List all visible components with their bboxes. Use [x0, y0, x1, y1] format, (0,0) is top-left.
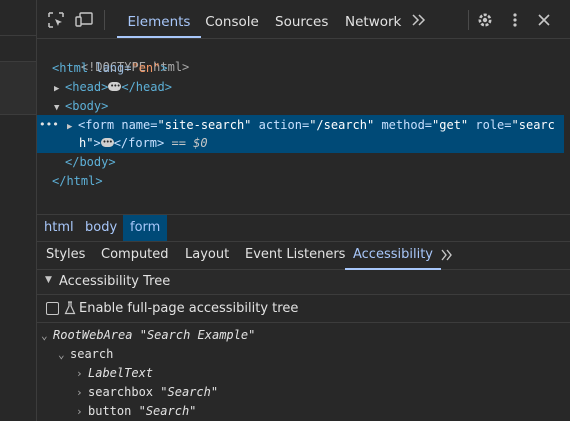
- chevrons-right-icon[interactable]: [408, 9, 430, 31]
- form-close-tag: </form>: [113, 136, 165, 150]
- experiment-flask-icon: [64, 301, 76, 315]
- node-actions-icon[interactable]: •••: [39, 118, 59, 131]
- toolbar-separator: [104, 10, 105, 30]
- head-close-tag: </head>: [121, 80, 172, 94]
- accessibility-tree-header[interactable]: ▼ Accessibility Tree: [37, 270, 570, 295]
- chevron-right-icon[interactable]: ›: [76, 402, 88, 421]
- collapse-triangle-icon[interactable]: ▼: [54, 99, 65, 117]
- form-action-value: "/search": [309, 118, 375, 132]
- chevron-down-icon[interactable]: ⌄: [58, 345, 70, 364]
- breadcrumb-form[interactable]: form: [123, 215, 168, 241]
- tab-computed[interactable]: Computed: [101, 241, 169, 269]
- selected-node-marker: == $0: [164, 136, 208, 150]
- form-line[interactable]: ▶ <form name="site-search" action="/searc…: [67, 116, 555, 134]
- a11y-role-search: search: [70, 347, 114, 361]
- head-open-tag: <head>: [65, 80, 109, 94]
- a11y-role-label: LabelText: [88, 366, 154, 380]
- a11y-name-button: "Search": [138, 404, 197, 418]
- kebab-menu-icon[interactable]: [504, 9, 526, 31]
- html-tag: <html: [52, 61, 89, 75]
- toolbar-separator: [468, 10, 469, 30]
- a11y-node-label[interactable]: › LabelText: [76, 364, 153, 383]
- a11y-role-button: button: [88, 404, 132, 418]
- collapse-triangle-icon[interactable]: ▼: [45, 275, 52, 285]
- collapsed-content-icon[interactable]: [108, 77, 122, 95]
- enable-full-page-checkbox[interactable]: [46, 302, 59, 315]
- tab-event-listeners[interactable]: Event Listeners: [245, 241, 345, 269]
- accessibility-tree-title: Accessibility Tree: [59, 274, 171, 289]
- page-divider: [0, 35, 36, 36]
- doctype-line[interactable]: <!DOCTYPE html>: [52, 40, 189, 74]
- tab-sources[interactable]: Sources: [275, 0, 328, 38]
- tab-console[interactable]: Console: [202, 0, 262, 38]
- html-open-line[interactable]: <html lang="en">: [52, 59, 168, 77]
- breadcrumb: html body form: [37, 214, 570, 242]
- chevron-down-icon[interactable]: ⌄: [41, 326, 53, 345]
- a11y-node-button[interactable]: › button "Search": [76, 402, 196, 421]
- inspect-element-icon[interactable]: [45, 9, 67, 31]
- close-icon[interactable]: [533, 9, 555, 31]
- form-line-wrap[interactable]: h"> </form> == $0: [79, 133, 208, 152]
- a11y-node-searchbox[interactable]: › searchbox "Search": [76, 383, 218, 402]
- tab-styles[interactable]: Styles: [46, 241, 85, 269]
- inspected-page-strip: [0, 0, 37, 421]
- form-name-attr: name=: [114, 118, 158, 132]
- collapsed-content-icon[interactable]: [100, 133, 114, 151]
- body-open-line[interactable]: ▼ <body>: [54, 97, 108, 115]
- tab-accessibility[interactable]: Accessibility: [345, 241, 441, 270]
- sidebar-tabs: Styles Computed Layout Event Listeners A…: [37, 241, 570, 270]
- lang-attr: lang=: [88, 61, 132, 75]
- chevron-right-icon[interactable]: ›: [76, 364, 88, 383]
- form-method-value: "get": [432, 118, 469, 132]
- dom-tree: ••• <!DOCTYPE html> <html lang="en"> ▶ <h…: [37, 39, 570, 214]
- tab-network[interactable]: Network: [345, 0, 401, 38]
- html-tag-end: >: [160, 61, 168, 75]
- a11y-name-root: "Search Example": [139, 328, 256, 342]
- form-action-attr: action=: [251, 118, 310, 132]
- chevron-right-icon[interactable]: ›: [76, 383, 88, 402]
- tab-elements[interactable]: Elements: [117, 0, 201, 38]
- chevrons-right-icon[interactable]: [440, 241, 454, 269]
- form-role-value-cont: h": [79, 136, 94, 150]
- expand-triangle-icon[interactable]: ▶: [54, 80, 65, 98]
- form-role-value: "searc: [511, 118, 555, 132]
- breadcrumb-body[interactable]: body: [78, 215, 124, 241]
- lang-value: "en": [131, 61, 161, 75]
- a11y-node-root[interactable]: ⌄ RootWebArea "Search Example": [41, 326, 255, 345]
- html-close-line[interactable]: </html>: [52, 172, 103, 190]
- page-band: [0, 61, 36, 115]
- form-method-attr: method=: [374, 118, 433, 132]
- devtools-toolbar: Elements Console Sources Network: [37, 0, 570, 39]
- a11y-name-searchbox: "Search": [160, 385, 219, 399]
- form-open-tag: <form: [78, 118, 115, 132]
- enable-full-page-label: Enable full-page accessibility tree: [79, 301, 299, 316]
- form-name-value: "site-search": [157, 118, 252, 132]
- body-close-line[interactable]: </body>: [65, 153, 116, 171]
- gear-icon[interactable]: [474, 9, 496, 31]
- head-line[interactable]: ▶<head> </head>: [54, 77, 172, 98]
- a11y-role-root: RootWebArea: [53, 328, 133, 342]
- a11y-role-searchbox: searchbox: [88, 385, 154, 399]
- enable-full-page-row: Enable full-page accessibility tree: [37, 296, 570, 323]
- form-tag-end: >: [93, 136, 101, 150]
- body-open-tag: <body>: [65, 99, 109, 113]
- body-close-tag: </body>: [65, 155, 116, 169]
- tab-layout[interactable]: Layout: [185, 241, 229, 269]
- device-toolbar-icon[interactable]: [73, 9, 95, 31]
- expand-triangle-icon[interactable]: ▶: [67, 118, 78, 136]
- a11y-node-search[interactable]: ⌄ search: [58, 345, 113, 364]
- form-role-attr: role=: [468, 118, 512, 132]
- breadcrumb-html[interactable]: html: [37, 215, 81, 241]
- html-close-tag: </html>: [52, 174, 103, 188]
